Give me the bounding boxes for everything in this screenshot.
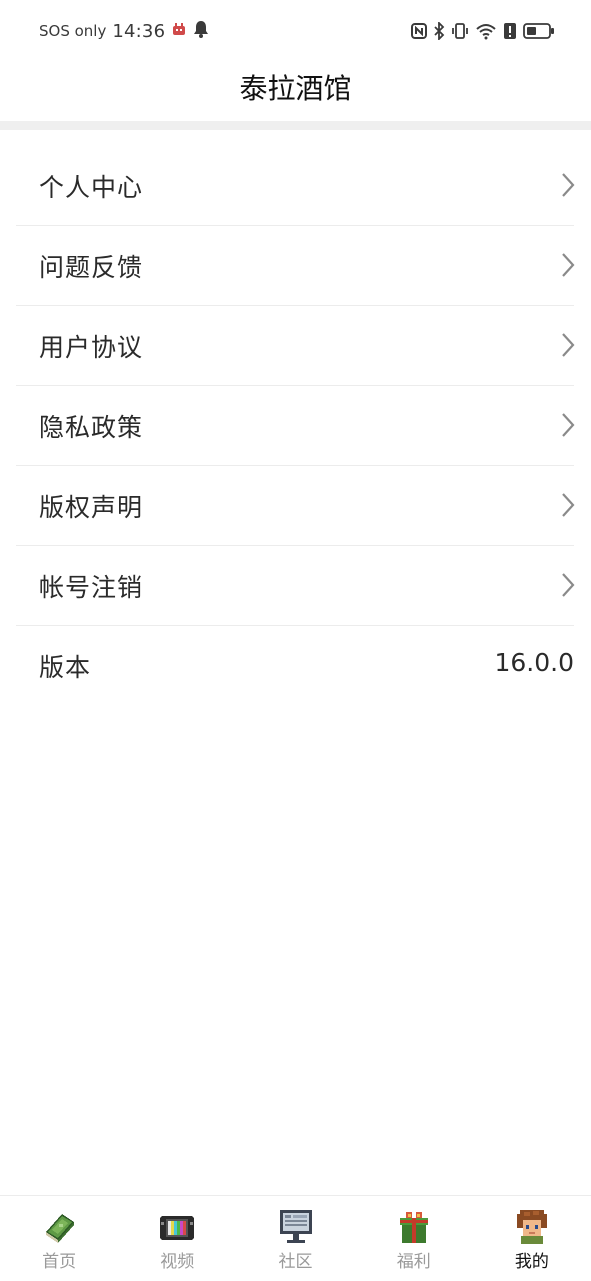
bluetooth-icon	[433, 22, 445, 40]
chevron-right-icon	[562, 253, 575, 277]
status-right	[411, 22, 555, 40]
menu-item-label: 帐号注销	[39, 573, 144, 602]
chevron-right-icon	[562, 173, 575, 197]
bottom-nav: 首页 视频 社区 福利 我的	[0, 1195, 591, 1281]
menu-item-feedback[interactable]: 问题反馈	[16, 226, 575, 306]
alert-icon	[503, 22, 517, 40]
bell-icon	[193, 20, 209, 42]
tv-icon	[158, 1208, 196, 1246]
nav-label: 社区	[278, 1252, 313, 1272]
menu-item-label: 隐私政策	[39, 413, 144, 442]
menu-item-copyright[interactable]: 版权声明	[16, 466, 575, 546]
status-left: SOS only 14:36	[39, 20, 209, 42]
avatar-icon	[513, 1208, 551, 1246]
menu-item-profile[interactable]: 个人中心	[16, 146, 575, 226]
page-header: 泰拉酒馆	[0, 66, 591, 121]
nav-label: 首页	[42, 1252, 77, 1272]
nav-label: 视频	[160, 1252, 195, 1272]
menu-item-delete-account[interactable]: 帐号注销	[16, 546, 575, 626]
battery-icon	[523, 22, 555, 40]
carrier-text: SOS only	[39, 22, 107, 40]
nav-label: 福利	[396, 1252, 431, 1272]
menu-item-privacy-policy[interactable]: 隐私政策	[16, 386, 575, 466]
monitor-icon	[277, 1208, 315, 1246]
menu-item-user-agreement[interactable]: 用户协议	[16, 306, 575, 386]
chevron-right-icon	[562, 573, 575, 597]
menu-item-label: 问题反馈	[39, 253, 144, 282]
nav-item-community[interactable]: 社区	[236, 1196, 354, 1281]
nav-item-video[interactable]: 视频	[118, 1196, 236, 1281]
nav-label: 我的	[514, 1252, 549, 1272]
nav-item-mine[interactable]: 我的	[473, 1196, 591, 1281]
version-row: 版本 16.0.0	[16, 626, 574, 706]
book-icon	[40, 1208, 78, 1246]
chevron-right-icon	[562, 333, 575, 357]
menu-item-label: 个人中心	[39, 173, 144, 202]
settings-menu: 个人中心 问题反馈 用户协议 隐私政策 版权声明 帐号注销 版本 16.0.0	[16, 146, 575, 706]
header-divider	[0, 121, 591, 130]
menu-item-label: 用户协议	[39, 333, 144, 362]
nfc-icon	[411, 23, 427, 39]
version-value: 16.0.0	[494, 648, 574, 677]
nav-item-welfare[interactable]: 福利	[355, 1196, 473, 1281]
chevron-right-icon	[562, 413, 575, 437]
app-notification-icon	[171, 21, 187, 41]
vibrate-icon	[451, 22, 469, 40]
menu-item-label: 版权声明	[39, 493, 144, 522]
wifi-icon	[475, 22, 497, 40]
gift-icon	[395, 1208, 433, 1246]
version-label: 版本	[39, 653, 92, 682]
status-bar: SOS only 14:36	[0, 0, 591, 66]
clock-text: 14:36	[112, 20, 166, 42]
nav-item-home[interactable]: 首页	[0, 1196, 118, 1281]
chevron-right-icon	[562, 493, 575, 517]
page-title: 泰拉酒馆	[239, 72, 352, 105]
